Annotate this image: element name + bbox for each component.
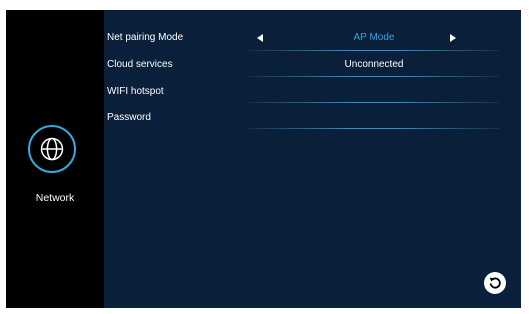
password-label: Password xyxy=(107,112,151,123)
settings-panel: Net pairing Mode AP Mode Cloud services … xyxy=(104,10,521,308)
net-pairing-mode-label: Net pairing Mode xyxy=(107,32,184,43)
back-button[interactable] xyxy=(484,272,506,294)
network-menu-button[interactable] xyxy=(28,125,76,173)
row-divider xyxy=(249,76,499,77)
caret-right-icon[interactable] xyxy=(450,34,456,42)
row-divider xyxy=(249,128,499,129)
cloud-services-label: Cloud services xyxy=(107,59,173,70)
row-divider xyxy=(249,102,499,103)
back-arrow-icon xyxy=(489,277,501,289)
device-screen: Network Net pairing Mode AP Mode Cloud s… xyxy=(6,10,521,308)
sidebar: Network xyxy=(6,10,104,308)
net-pairing-mode-value[interactable]: AP Mode xyxy=(249,32,499,44)
cloud-services-value: Unconnected xyxy=(344,59,404,70)
network-menu-label: Network xyxy=(35,192,75,204)
wifi-hotspot-label: WIFI hotspot xyxy=(107,86,164,97)
globe-icon xyxy=(40,137,64,161)
row-divider xyxy=(249,50,499,51)
